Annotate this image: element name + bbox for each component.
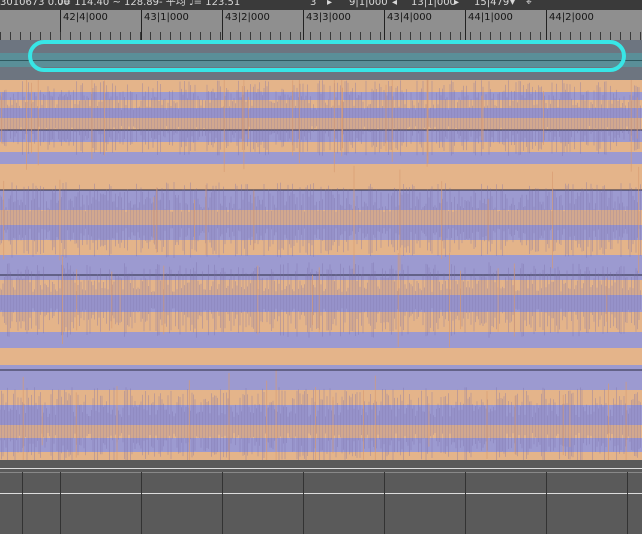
sig-value[interactable]: 3 xyxy=(310,0,316,9)
ruler-marker: 43|2|000 xyxy=(225,12,270,23)
ruler-marker: 43|1|000 xyxy=(144,12,189,23)
cursor-icon[interactable]: ▸ xyxy=(327,0,332,9)
tempo-readout: ♩= 114.40 ~ 128.89- 平均 ♩= 123.51 xyxy=(58,0,241,8)
ruler-marker: 43|3|000 xyxy=(306,12,351,23)
range-end-readout[interactable]: 13|1|000 xyxy=(411,0,456,9)
dropdown-icon[interactable]: ▾ xyxy=(510,0,515,9)
ruler-marker: 44|1|000 xyxy=(468,12,513,23)
ruler-marker: 42|4|000 xyxy=(63,12,108,23)
transport-bar: 3010673 0.00 ♩= 114.40 ~ 128.89- 平均 ♩= 1… xyxy=(0,0,642,10)
waveform xyxy=(0,80,642,460)
ruler-marker: 43|4|000 xyxy=(387,12,432,23)
counter-readout: 15|479 xyxy=(474,0,510,8)
left-arrow-icon[interactable]: ◂ xyxy=(392,0,397,9)
lower-track-area[interactable] xyxy=(0,460,642,534)
select-tool-icon[interactable]: ⌖ xyxy=(526,0,532,9)
timeline-ruler[interactable]: 42|4|000 43|1|000 43|2|000 43|3|000 43|4… xyxy=(0,10,642,40)
tempo-highlight-outline xyxy=(28,40,626,72)
ruler-marker: 44|2|000 xyxy=(549,12,594,23)
audio-waveform-track[interactable] xyxy=(0,80,642,460)
range-start-readout[interactable]: 9|1|000 xyxy=(349,0,388,9)
right-arrow-icon[interactable]: ▸ xyxy=(454,0,459,9)
